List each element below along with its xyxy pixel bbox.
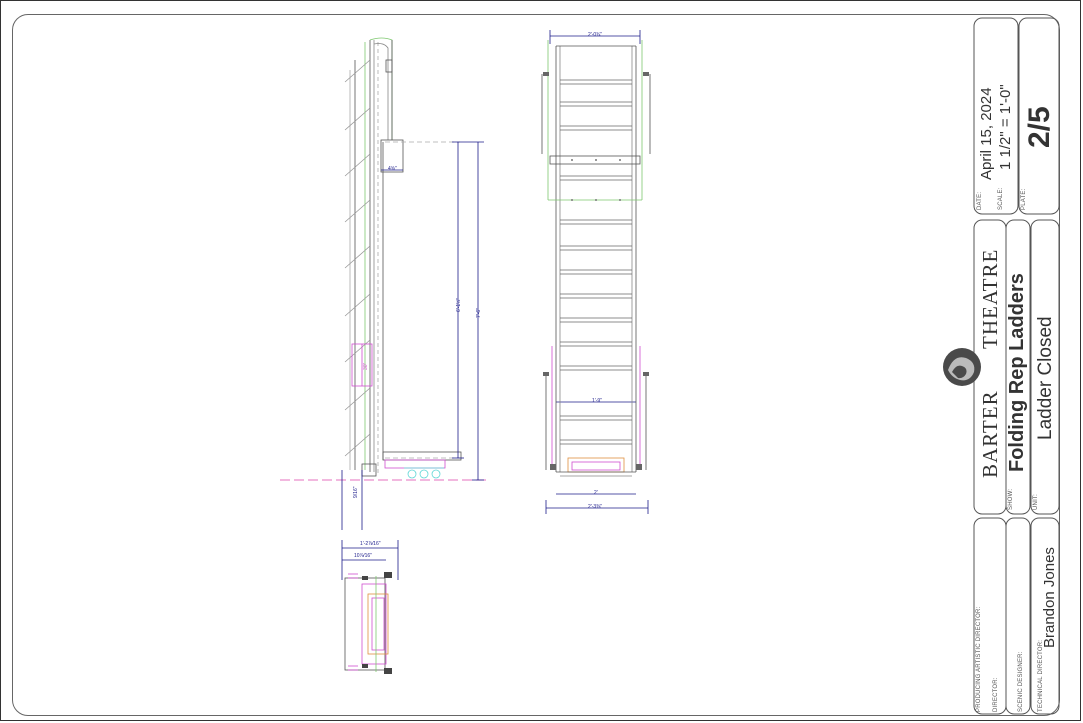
unit-value: Ladder Closed: [1035, 316, 1056, 440]
plan-view: [341, 540, 399, 674]
front-elevation: [541, 30, 651, 514]
dim-front-top: 2'-0¾": [588, 32, 603, 38]
dim-side-top: 4⅝": [388, 166, 397, 172]
dim-front-total: 2'-3⅜": [588, 504, 603, 510]
td-value: Brandon Jones: [1041, 547, 1058, 648]
show-value: Folding Rep Ladders: [1006, 273, 1028, 472]
show-label: SHOW:: [1008, 488, 1014, 510]
logo-barter: BARTER: [978, 390, 1002, 478]
scale-label: SCALE:: [998, 187, 1004, 210]
side-elevation: [280, 37, 490, 530]
dim-plan-inner: 10⅞⁄16": [354, 553, 372, 559]
dim-front-base: 2': [594, 490, 598, 496]
dim-side-mark: 30": [363, 362, 369, 370]
director-label: DIRECTOR:: [993, 677, 999, 712]
dim-front-mid: 1'-9": [592, 398, 602, 404]
dim-side-inner: 6'-1½": [456, 297, 462, 312]
barter-logo-icon: [943, 348, 981, 386]
unit-label: UNIT:: [1033, 494, 1039, 510]
plate-value: 2/5: [1023, 106, 1056, 148]
scenic-designer-label: SCENIC DESIGNER:: [1018, 651, 1024, 712]
scale-value: 1 1/2" = 1'-0": [997, 84, 1014, 170]
logo-theatre: THEATRE: [978, 248, 1002, 349]
date-value: April 15, 2024: [978, 87, 995, 180]
dim-plan-outer: 1'-2⅞⁄16": [360, 541, 381, 547]
dim-side-foot: 9/16": [353, 486, 359, 498]
dim-side-total: 7'-6": [476, 308, 482, 318]
date-label: DATE:: [977, 191, 983, 210]
drawing-area: [280, 17, 1060, 715]
td-label: TECHNICAL DIRECTOR:: [1038, 639, 1044, 712]
producing-label: PRODUCING ARTISTIC DIRECTOR:: [976, 606, 982, 712]
plate-label: PLATE:: [1021, 188, 1027, 210]
